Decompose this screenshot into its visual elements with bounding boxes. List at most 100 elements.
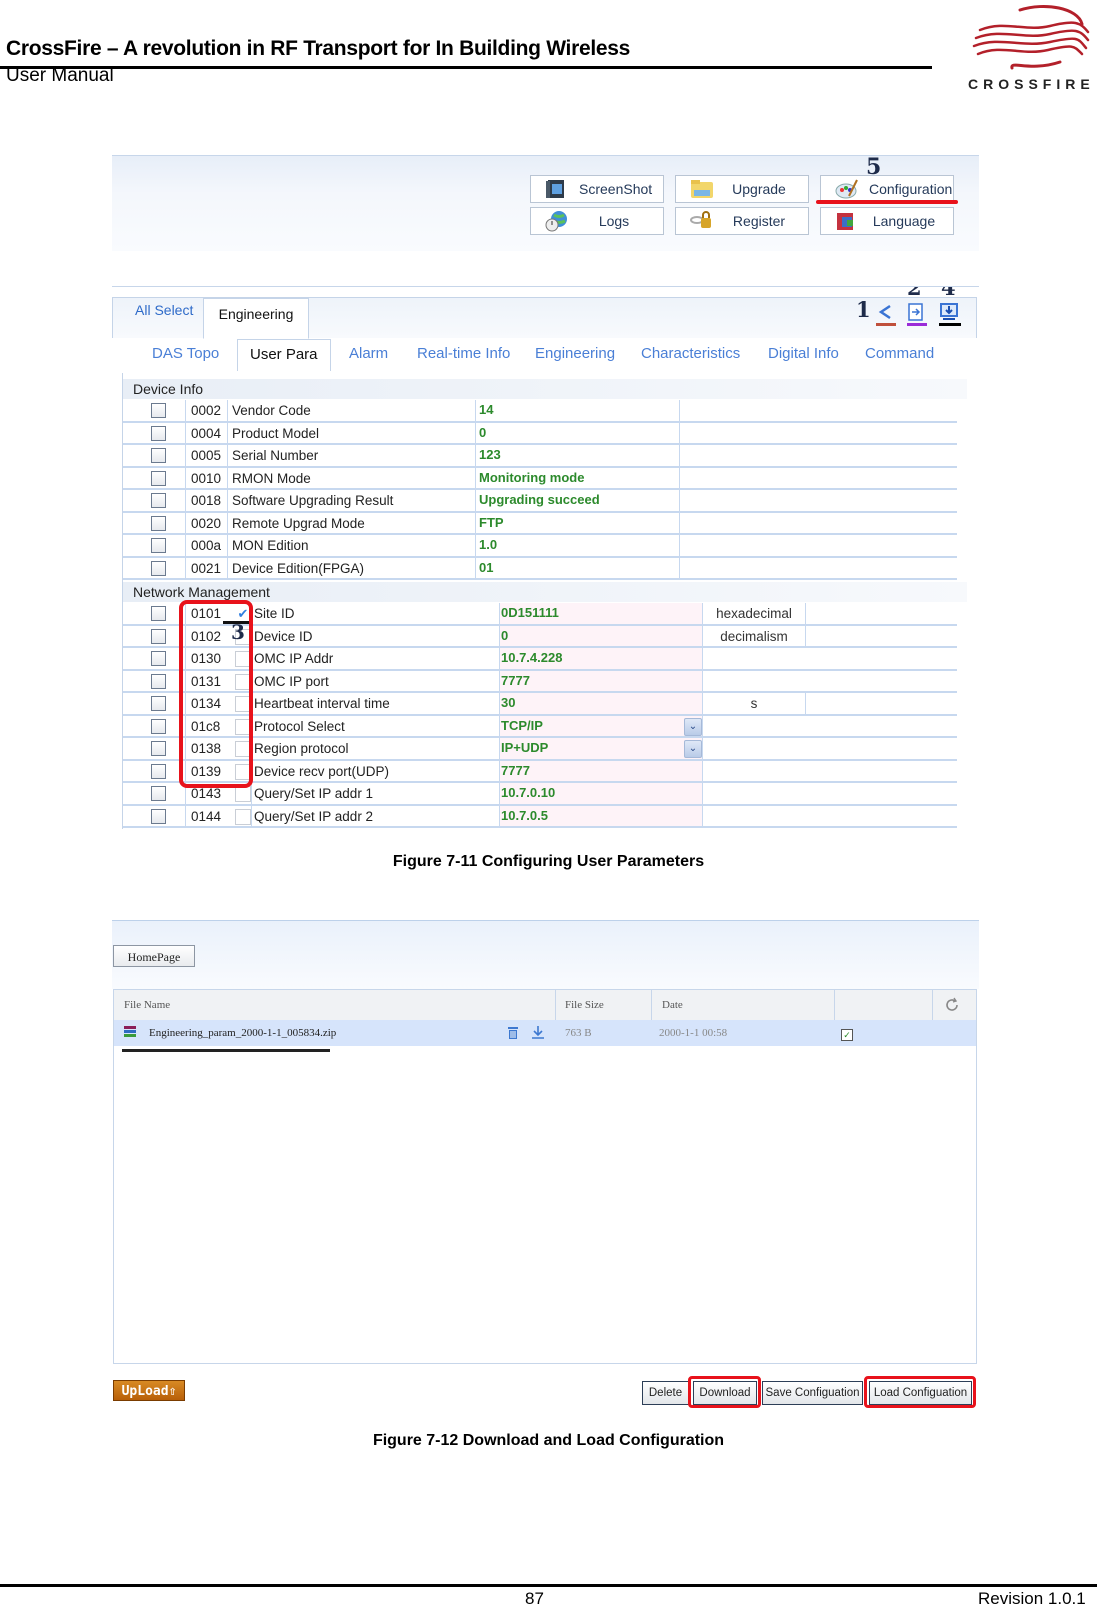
enable-checkbox[interactable] [235, 808, 251, 825]
annotation-4: 4 [941, 286, 956, 300]
upload-arrow-icon: ⇧ [168, 1384, 177, 1399]
enable-checkbox[interactable] [235, 786, 251, 802]
share-icon[interactable] [876, 303, 894, 321]
column-divider [227, 535, 228, 556]
homepage-button[interactable]: HomePage [113, 945, 195, 967]
refresh-icon[interactable] [944, 997, 960, 1013]
row-select-checkbox[interactable] [151, 786, 166, 801]
row-select-checkbox[interactable] [151, 673, 166, 689]
row-select-checkbox[interactable] [151, 515, 166, 531]
file-name[interactable]: Engineering_param_2000-1-1_005834.zip [149, 1027, 336, 1039]
file-manager-panel: HomePage File Name File Size Date Engine… [112, 920, 979, 1366]
save-configuration-button[interactable]: Save Configuation [762, 1381, 863, 1405]
chevron-down-icon[interactable]: ⌄ [684, 717, 702, 736]
param-input[interactable]: 7777 [501, 673, 530, 688]
column-date[interactable]: Date [662, 999, 683, 1011]
param-input[interactable]: 10.7.4.228 [501, 650, 562, 665]
row-select-checkbox[interactable] [151, 763, 166, 779]
download-config-icon[interactable] [939, 302, 959, 321]
param-name: OMC IP port [254, 673, 329, 689]
file-row[interactable]: Engineering_param_2000-1-1_005834.zip 76… [114, 1020, 976, 1046]
param-name: Serial Number [232, 448, 319, 463]
tab-alarm[interactable]: Alarm [349, 345, 388, 362]
table-row: 0002 Vendor Code 14 [123, 400, 957, 423]
tab-engineering-outer[interactable]: Engineering [203, 298, 309, 339]
param-input[interactable]: 7777 [501, 763, 530, 778]
upgrade-button[interactable]: Upgrade [675, 175, 809, 203]
row-select-checkbox[interactable] [151, 718, 166, 734]
tab-user-para[interactable]: User Para [237, 339, 331, 371]
param-name: Product Model [232, 425, 320, 441]
page-number: 87 [525, 1589, 544, 1608]
column-divider [251, 783, 252, 804]
param-input[interactable]: 10.7.0.10 [501, 785, 555, 800]
delete-button[interactable]: Delete [642, 1381, 689, 1405]
row-select-checkbox[interactable] [151, 560, 166, 576]
param-input[interactable]: 0D151111 [501, 605, 559, 620]
configuration-button[interactable]: Configuration [820, 175, 954, 203]
tab-all-select[interactable]: All Select [135, 302, 193, 318]
download-file-icon[interactable] [531, 1025, 545, 1039]
row-select-checkbox[interactable] [151, 470, 166, 486]
column-divider [227, 422, 228, 443]
column-divider [702, 738, 703, 759]
revision-label: Revision 1.0.1 [978, 1589, 1086, 1608]
row-select-checkbox[interactable] [151, 808, 166, 824]
column-divider [499, 625, 500, 646]
row-select-checkbox[interactable] [151, 651, 166, 666]
param-input[interactable]: 0 [501, 628, 508, 643]
chevron-down-icon[interactable]: ⌄ [684, 740, 702, 758]
tab-characteristics[interactable]: Characteristics [641, 345, 740, 362]
logo-text: CROSSFIRE [968, 76, 1095, 92]
export-icon[interactable] [907, 303, 925, 321]
param-input[interactable]: 10.7.0.5 [501, 808, 548, 823]
archive-icon [124, 1026, 136, 1037]
language-button[interactable]: Language [820, 207, 954, 235]
screenshot-button[interactable]: ScreenShot [530, 175, 664, 203]
row-select-checkbox[interactable] [151, 741, 166, 756]
upload-label: UpLoad [121, 1384, 169, 1399]
column-divider [185, 512, 186, 533]
row-select-checkbox[interactable] [151, 448, 166, 463]
param-name: Remote Upgrad Mode [232, 515, 365, 531]
tab-das-topo[interactable]: DAS Topo [152, 345, 219, 362]
globe-clock-icon [545, 211, 567, 232]
upload-button[interactable]: UpLoad⇧ [113, 1380, 185, 1401]
column-divider [185, 805, 186, 826]
document-subtitle: User Manual [6, 65, 114, 86]
param-select[interactable]: IP+UDP [501, 740, 548, 755]
delete-file-icon[interactable] [507, 1026, 519, 1040]
param-input[interactable]: 30 [501, 695, 515, 710]
row-select-checkbox[interactable] [151, 606, 166, 621]
param-value: 01 [479, 559, 494, 575]
row-select-checkbox[interactable] [151, 403, 166, 418]
table-row: 0005 Serial Number 123 [123, 445, 957, 468]
annotation-3: 3 [231, 620, 245, 644]
value-cell[interactable] [499, 625, 702, 646]
row-select-checkbox[interactable] [151, 538, 166, 553]
annotation-1-underline [876, 323, 896, 326]
param-name: RMON Mode [232, 470, 311, 486]
register-button[interactable]: Register [675, 207, 809, 235]
parameter-table: Device Info 0002 Vendor Code 14 0004 Product… [122, 373, 973, 829]
tab-digital-info[interactable]: Digital Info [768, 345, 839, 362]
param-code: 0021 [191, 560, 222, 576]
tab-command[interactable]: Command [865, 345, 934, 362]
row-select-checkbox[interactable] [151, 628, 166, 644]
row-select-checkbox[interactable] [151, 493, 166, 508]
row-select-checkbox[interactable] [151, 696, 166, 711]
tab-engineering[interactable]: Engineering [535, 345, 615, 362]
tab-realtime-info[interactable]: Real-time Info [417, 345, 510, 362]
column-divider [499, 670, 500, 691]
file-select-checkbox[interactable]: ✓ [841, 1029, 853, 1041]
logs-button[interactable]: Logs [530, 207, 664, 235]
value-cell[interactable] [499, 693, 702, 714]
column-file-name[interactable]: File Name [124, 999, 170, 1011]
param-unit: hexadecimal [716, 606, 792, 621]
param-select[interactable]: TCP/IP [501, 718, 543, 733]
param-value: FTP [479, 514, 504, 530]
column-divider [475, 535, 476, 556]
column-file-size[interactable]: File Size [565, 999, 604, 1011]
row-select-checkbox[interactable] [151, 425, 166, 441]
column-divider [499, 805, 500, 826]
